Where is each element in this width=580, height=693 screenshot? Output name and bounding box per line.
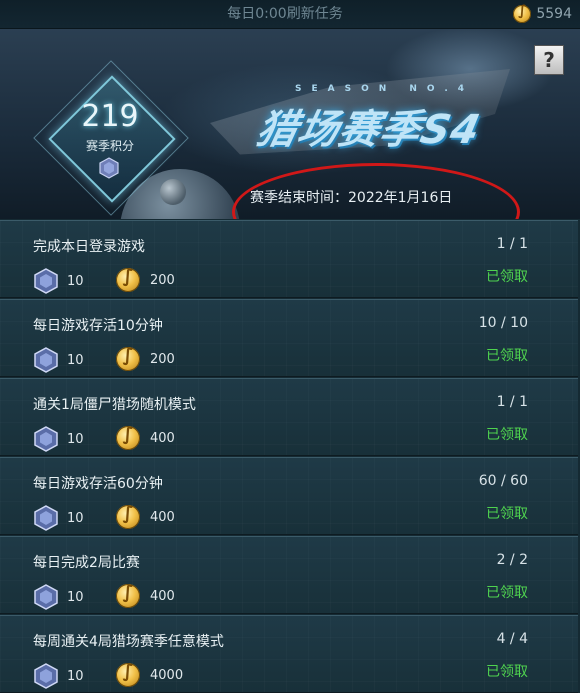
top-bar: 每日0:00刷新任务 5594 [0,0,580,29]
season-title: 猎场赛季S4 [252,107,485,153]
task-row: 完成本日登录游戏 1 / 1 10 200 已领取 [0,220,578,298]
reward-coins-value: 200 [150,351,175,367]
season-point-icon [34,584,58,610]
coin-icon [116,661,140,687]
task-row: 每周通关4局猎场赛季任意模式 4 / 4 10 4000 已领取 [0,615,578,693]
reward-points: 10 [33,505,84,531]
season-score-badge: 219 赛季积分 [33,60,189,216]
season-point-icon [34,426,58,452]
task-status-claimed: 已领取 [486,427,528,443]
task-name: 完成本日登录游戏 [33,239,145,255]
coin-icon [116,582,140,608]
season-banner: ? 219 赛季积分 SEASON NO.4 猎场赛季S4 赛季结束时间：202… [0,29,580,219]
reward-points: 10 [33,426,84,452]
task-status-claimed: 已领取 [486,348,528,364]
season-point-icon [34,505,58,531]
help-button[interactable]: ? [534,45,564,75]
task-name: 每周通关4局猎场赛季任意模式 [33,634,224,650]
refresh-notice: 每日0:00刷新任务 [227,6,343,22]
reward-points: 10 [33,347,84,373]
reward-points: 10 [33,268,84,294]
coin-icon [513,3,532,23]
season-score-value: 219 [81,99,139,134]
task-name: 每日游戏存活60分钟 [33,476,163,492]
reward-coins: 200 [116,345,175,371]
coin-balance: 5594 [513,0,572,28]
task-status-claimed: 已领取 [486,585,528,601]
reward-coins-value: 400 [150,588,175,604]
task-progress: 60 / 60 [478,473,528,489]
task-name: 每日完成2局比赛 [33,555,140,571]
reward-coins: 200 [116,266,175,292]
reward-coins: 400 [116,503,175,529]
reward-coins: 400 [116,424,175,450]
task-row: 每日游戏存活10分钟 10 / 10 10 200 已领取 [0,299,578,377]
task-name: 通关1局僵尸猎场随机模式 [33,397,196,413]
reward-coins-value: 400 [150,430,175,446]
reward-points-value: 10 [67,589,84,605]
coin-icon [116,266,140,292]
task-progress: 10 / 10 [478,315,528,331]
coin-icon [116,345,140,371]
task-progress: 2 / 2 [496,552,528,568]
reward-points-value: 10 [67,510,84,526]
season-point-icon [34,268,58,294]
task-row: 通关1局僵尸猎场随机模式 1 / 1 10 400 已领取 [0,378,578,456]
reward-points: 10 [33,584,84,610]
task-name: 每日游戏存活10分钟 [33,318,163,334]
task-status-claimed: 已领取 [486,269,528,285]
coin-icon [116,503,140,529]
reward-coins: 400 [116,582,175,608]
coin-icon [116,424,140,450]
reward-coins: 4000 [116,661,184,687]
reward-points-value: 10 [67,273,84,289]
highlight-oval [232,163,520,219]
season-point-icon [34,347,58,373]
task-progress: 4 / 4 [496,631,528,647]
reward-coins-value: 4000 [150,667,184,683]
reward-points: 10 [33,663,84,689]
season-point-icon [34,663,58,689]
reward-points-value: 10 [67,431,84,447]
task-row: 每日完成2局比赛 2 / 2 10 400 已领取 [0,536,578,614]
reward-coins-value: 200 [150,272,175,288]
reward-coins-value: 400 [150,509,175,525]
task-progress: 1 / 1 [496,236,528,252]
season-number: SEASON NO.4 [295,84,475,94]
season-score-label: 赛季积分 [85,139,134,153]
reward-points-value: 10 [67,352,84,368]
reward-points-value: 10 [67,668,84,684]
task-status-claimed: 已领取 [486,664,528,680]
coin-count: 5594 [536,6,572,22]
task-status-claimed: 已领取 [486,506,528,522]
task-row: 每日游戏存活60分钟 60 / 60 10 400 已领取 [0,457,578,535]
task-progress: 1 / 1 [496,394,528,410]
season-point-icon [99,157,119,179]
